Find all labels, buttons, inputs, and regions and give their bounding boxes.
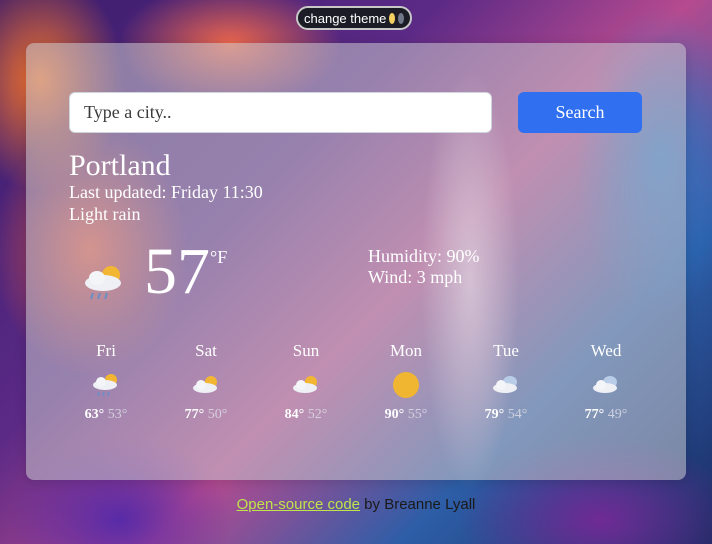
forecast-high: 63° — [84, 407, 105, 422]
forecast-day: Sat 77° 50° — [156, 341, 256, 423]
forecast-high: 77° — [584, 407, 605, 422]
forecast-low: 54° — [507, 407, 528, 422]
forecast-day-name: Tue — [493, 341, 519, 360]
footer: Open-source code by Breanne Lyall — [0, 496, 712, 513]
search-button[interactable]: Search — [518, 92, 642, 133]
yellow-moon-icon — [389, 12, 396, 24]
forecast-day-name: Fri — [96, 341, 116, 360]
wind-value: Wind: 3 mph — [368, 267, 463, 287]
sun-icon — [393, 372, 419, 398]
weather-description: Light rain — [69, 204, 141, 224]
cloud-sun-icon — [193, 376, 217, 393]
cloud-icon — [593, 376, 617, 393]
forecast-day-name: Wed — [590, 341, 622, 360]
forecast-high: 79° — [484, 407, 505, 422]
rain-cloud-sun-icon — [93, 374, 117, 397]
forecast-low: 49° — [607, 407, 628, 422]
forecast-low: 53° — [107, 407, 128, 422]
change-theme-label: change theme — [304, 10, 387, 26]
grey-moon-icon — [398, 12, 404, 24]
forecast-list: Fri 63° 53° Sat 77° 50° Sun 84° 52° Mon … — [56, 341, 656, 423]
forecast-low: 55° — [407, 407, 428, 422]
city-name: Portland — [69, 149, 171, 182]
forecast-low: 52° — [307, 407, 328, 422]
footer-credit: by Breanne Lyall — [360, 496, 476, 513]
forecast-day-name: Mon — [389, 341, 423, 360]
change-theme-button[interactable]: change theme — [296, 6, 412, 30]
forecast-low: 50° — [207, 407, 228, 422]
humidity-value: Humidity: 90% — [368, 246, 480, 266]
forecast-day: Tue 79° 54° — [456, 341, 556, 423]
temperature-unit: °F — [210, 247, 228, 267]
forecast-high: 84° — [284, 407, 305, 422]
forecast-day: Wed 77° 49° — [556, 341, 656, 423]
weather-card: Search Portland Last updated: Friday 11:… — [26, 43, 686, 480]
open-source-link[interactable]: Open-source code — [237, 496, 360, 513]
last-updated: Last updated: Friday 11:30 — [69, 182, 263, 202]
current-temperature: 57 — [144, 235, 210, 308]
cloud-icon — [493, 376, 517, 393]
cloud-sun-icon — [293, 376, 317, 393]
forecast-day-name: Sat — [195, 341, 217, 360]
forecast-day-name: Sun — [292, 341, 320, 360]
forecast-high: 90° — [384, 407, 405, 422]
forecast-day: Mon 90° 55° — [356, 341, 456, 423]
forecast-day: Sun 84° 52° — [256, 341, 356, 423]
forecast-day: Fri 63° 53° — [56, 341, 156, 423]
city-search-input[interactable] — [69, 92, 492, 133]
forecast-high: 77° — [184, 407, 205, 422]
rain-cloud-sun-icon — [85, 266, 121, 300]
